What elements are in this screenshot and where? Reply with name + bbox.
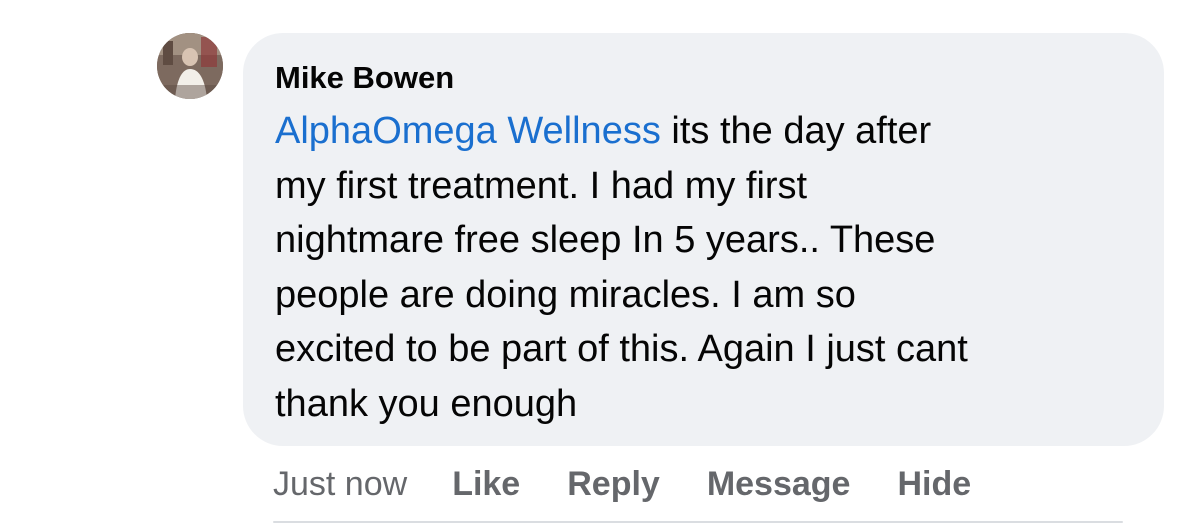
comment-line: people are doing miracles. I am so xyxy=(275,273,856,316)
mention-link[interactable]: AlphaOmega Wellness xyxy=(275,110,661,152)
comment-text: its the day after xyxy=(660,110,932,152)
comment-line: AlphaOmega Wellness its the day after xyxy=(275,104,1134,159)
comment-timestamp[interactable]: Just now xyxy=(273,465,407,504)
avatar[interactable] xyxy=(157,33,223,99)
comment-line: nightmare free sleep In 5 years.. These xyxy=(275,219,936,261)
comment-actions: Just now Like Reply Message Hide xyxy=(273,462,971,506)
message-button[interactable]: Message xyxy=(707,465,851,504)
like-button[interactable]: Like xyxy=(452,465,520,504)
comment-author[interactable]: Mike Bowen xyxy=(275,60,1134,96)
comment-line: excited to be part of this. Again I just… xyxy=(275,328,968,370)
comment-bubble: Mike Bowen AlphaOmega Wellness its the d… xyxy=(243,33,1164,446)
comment-line: my first treatment. I had my first xyxy=(275,164,808,207)
hide-button[interactable]: Hide xyxy=(897,465,971,504)
reply-button[interactable]: Reply xyxy=(567,465,660,504)
comment-body: AlphaOmega Wellness its the day after my… xyxy=(275,104,1134,431)
comment-line: thank you enough xyxy=(275,382,578,425)
divider xyxy=(273,521,1123,523)
